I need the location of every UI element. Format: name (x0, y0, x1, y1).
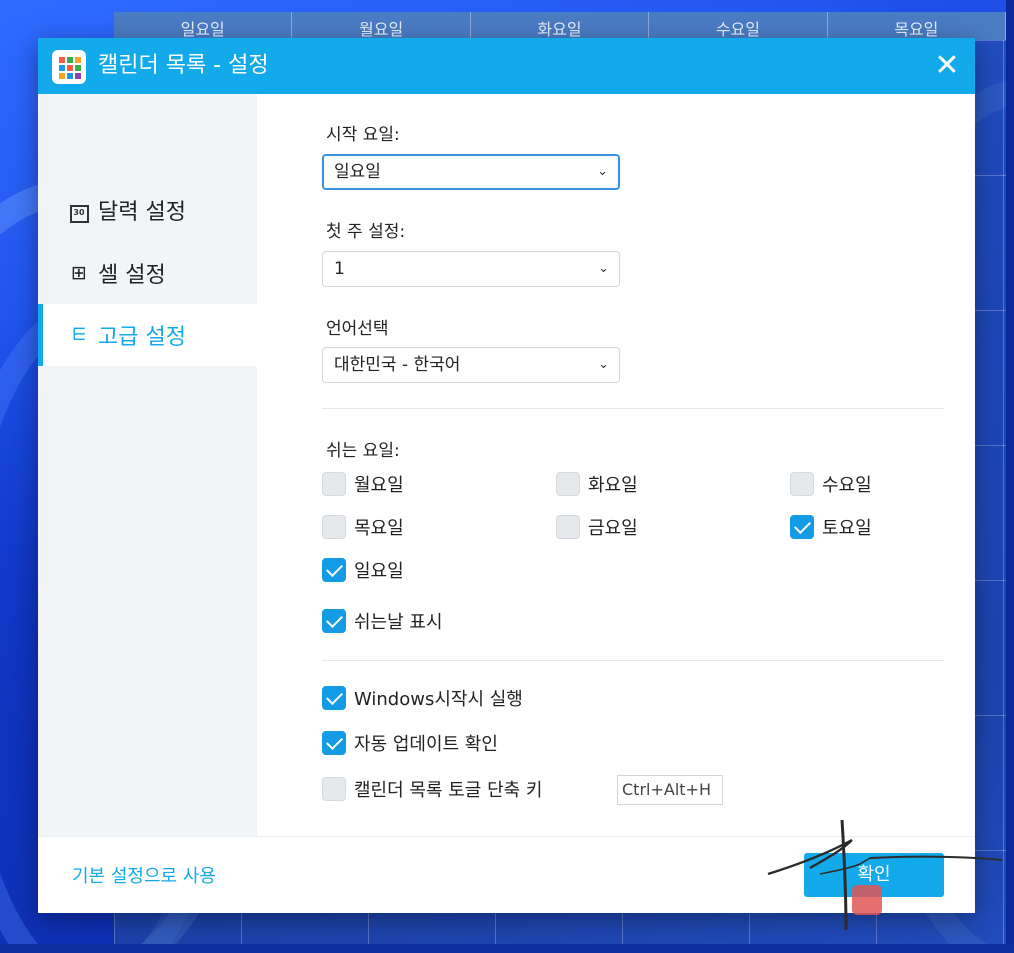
hotkey-input[interactable]: Ctrl+Alt+H (617, 775, 723, 805)
advanced-settings-panel: 시작 요일: 일요일 ⌄ 첫 주 설정: 1 ⌄ 언어선택 대한민국 - 한국어… (257, 94, 975, 836)
rest-day-monday-checkbox[interactable]: 월요일 (322, 471, 404, 497)
close-button[interactable]: ✕ (927, 46, 967, 86)
language-select[interactable]: 대한민국 - 한국어 ⌄ (322, 347, 620, 383)
chevron-down-icon: ⌄ (598, 357, 609, 372)
checkbox-label: 월요일 (354, 475, 404, 496)
dialog-titlebar[interactable]: 캘린더 목록 - 설정 ✕ (38, 38, 975, 94)
sidebar-item-label: 셀 설정 (98, 263, 166, 288)
checkbox-box[interactable] (322, 472, 346, 496)
checkbox-label: 자동 업데이트 확인 (354, 734, 498, 755)
checkbox-label: 토요일 (822, 518, 872, 539)
screen-edge (0, 944, 1014, 953)
app-icon-cell (59, 73, 65, 79)
checkbox-label: 금요일 (588, 518, 638, 539)
show-holidays-checkbox[interactable]: 쉬는날 표시 (322, 608, 443, 634)
checkbox-box[interactable] (322, 515, 346, 539)
first-week-value: 1 (334, 259, 345, 279)
app-icon-cell (67, 73, 73, 79)
rest-day-wednesday-checkbox[interactable]: 수요일 (790, 471, 872, 497)
checkbox-label: 캘린더 목록 토글 단축 키 (354, 780, 543, 801)
checkbox-box[interactable] (322, 609, 346, 633)
checkbox-box[interactable] (322, 558, 346, 582)
checkbox-label: 수요일 (822, 475, 872, 496)
first-week-select[interactable]: 1 ⌄ (322, 251, 620, 287)
chevron-down-icon: ⌄ (598, 261, 609, 276)
checkbox-box[interactable] (790, 472, 814, 496)
sidebar-item-advanced-settings[interactable]: ⋿ 고급 설정 (38, 304, 257, 366)
checkbox-box[interactable] (556, 472, 580, 496)
bg-day-1: 월요일 (292, 12, 471, 40)
calendar-icon: 30 (68, 198, 90, 223)
grid-icon: ⊞ (71, 262, 87, 284)
app-icon-cell (75, 73, 81, 79)
section-divider (322, 660, 944, 661)
rest-day-tuesday-checkbox[interactable]: 화요일 (556, 471, 638, 497)
checkbox-box[interactable] (790, 515, 814, 539)
seal-stamp (852, 885, 882, 915)
start-day-label: 시작 요일: (326, 125, 400, 145)
checkbox-label: Windows시작시 실행 (354, 689, 523, 710)
rest-day-saturday-checkbox[interactable]: 토요일 (790, 514, 872, 540)
dialog-title: 캘린더 목록 - 설정 (98, 53, 269, 78)
sliders-icon: ⋿ (71, 325, 87, 345)
settings-dialog: 캘린더 목록 - 설정 ✕ 30 달력 설정 ⊞ 셀 설정 ⋿ 고급 설정 시작… (38, 38, 975, 913)
checkbox-label: 목요일 (354, 518, 404, 539)
toggle-hotkey-checkbox[interactable]: 캘린더 목록 토글 단축 키 (322, 776, 543, 802)
checkbox-label: 화요일 (588, 475, 638, 496)
bg-day-0: 일요일 (114, 12, 293, 40)
app-grid-icon (52, 50, 86, 84)
checkbox-box[interactable] (322, 777, 346, 801)
rest-day-sunday-checkbox[interactable]: 일요일 (322, 557, 404, 583)
section-divider (322, 408, 944, 409)
start-day-value: 일요일 (334, 162, 381, 182)
run-on-startup-checkbox[interactable]: Windows시작시 실행 (322, 685, 523, 711)
screen-edge (1006, 0, 1014, 953)
reset-defaults-link[interactable]: 기본 설정으로 사용 (72, 862, 216, 888)
app-icon-cell (59, 57, 65, 63)
language-label: 언어선택 (326, 319, 389, 339)
sidebar-item-cell-settings[interactable]: ⊞ 셀 설정 (38, 242, 257, 304)
auto-update-checkbox[interactable]: 자동 업데이트 확인 (322, 730, 498, 756)
sidebar-item-label: 고급 설정 (98, 325, 186, 350)
start-day-select[interactable]: 일요일 ⌄ (322, 154, 620, 190)
rest-days-label: 쉬는 요일: (326, 441, 400, 461)
checkbox-box[interactable] (322, 686, 346, 710)
bg-day-3: 수요일 (649, 12, 828, 40)
language-value: 대한민국 - 한국어 (334, 355, 461, 375)
settings-sidebar: 30 달력 설정 ⊞ 셀 설정 ⋿ 고급 설정 (38, 94, 257, 836)
sidebar-item-calendar-settings[interactable]: 30 달력 설정 (38, 179, 257, 241)
rest-day-thursday-checkbox[interactable]: 목요일 (322, 514, 404, 540)
app-icon-cell (67, 65, 73, 71)
rest-day-friday-checkbox[interactable]: 금요일 (556, 514, 638, 540)
bg-day-4: 목요일 (828, 12, 1007, 40)
app-icon-cell (75, 65, 81, 71)
sidebar-item-label: 달력 설정 (98, 200, 186, 225)
checkbox-box[interactable] (322, 731, 346, 755)
app-icon-cell (75, 57, 81, 63)
bg-day-2: 화요일 (471, 12, 650, 40)
checkbox-label: 일요일 (354, 561, 404, 582)
chevron-down-icon: ⌄ (597, 164, 608, 179)
close-icon: ✕ (934, 48, 960, 83)
checkbox-box[interactable] (556, 515, 580, 539)
checkbox-label: 쉬는날 표시 (354, 612, 443, 633)
signature-watermark (767, 819, 1003, 931)
first-week-label: 첫 주 설정: (326, 222, 406, 242)
app-icon-cell (67, 57, 73, 63)
background-calendar-header: 일요일 월요일 화요일 수요일 목요일 (114, 12, 1007, 40)
app-icon-cell (59, 65, 65, 71)
